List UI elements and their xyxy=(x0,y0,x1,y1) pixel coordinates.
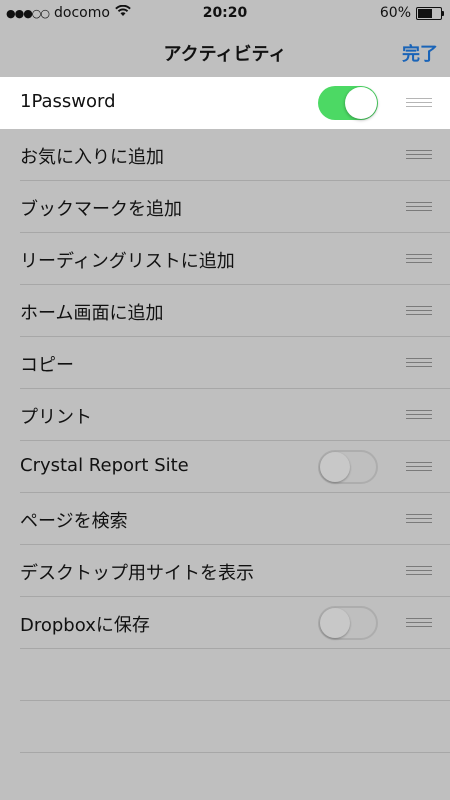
done-button[interactable]: 完了 xyxy=(402,40,438,66)
activity-row-label: ホーム画面に追加 xyxy=(20,303,164,324)
activity-row[interactable]: ページを検索 xyxy=(0,493,450,545)
status-bar: ●●●○○ docomo 20:20 60% xyxy=(0,0,450,26)
empty-row xyxy=(0,649,450,701)
activity-row[interactable]: コピー xyxy=(0,337,450,389)
toggle-knob xyxy=(320,452,350,482)
activity-row[interactable]: ブックマークを追加 xyxy=(0,181,450,233)
activity-row-label: Crystal Report Site xyxy=(20,455,189,476)
battery-icon xyxy=(416,6,444,20)
status-right: 60% xyxy=(379,5,444,21)
reorder-handle-icon[interactable] xyxy=(406,566,432,576)
activity-row-label: お気に入りに追加 xyxy=(20,147,164,168)
activity-row[interactable]: プリント xyxy=(0,389,450,441)
reorder-handle-icon[interactable] xyxy=(406,306,432,316)
reorder-handle-icon[interactable] xyxy=(406,202,432,212)
activity-row[interactable]: お気に入りに追加 xyxy=(0,129,450,181)
activity-row-label: ページを検索 xyxy=(20,511,128,532)
battery-percent: 60% xyxy=(379,5,411,21)
activity-list: 1Password お気に入りに追加 ブックマークを追加リーディングリストに追加 ホー… xyxy=(0,77,450,753)
toggle-knob xyxy=(345,87,377,119)
navigation-bar: アクティビティ 完了 xyxy=(0,26,450,78)
reorder-handle-icon[interactable] xyxy=(406,462,432,472)
activity-toggle[interactable] xyxy=(318,450,378,484)
reorder-handle-icon[interactable] xyxy=(406,150,432,160)
reorder-handle-icon[interactable] xyxy=(406,410,432,420)
activity-row[interactable]: ホーム画面に追加 xyxy=(0,285,450,337)
activity-toggle[interactable] xyxy=(318,606,378,640)
row-divider xyxy=(20,752,450,753)
activity-row[interactable]: 1Password xyxy=(0,77,450,129)
activity-row-label: リーディングリストに追加 xyxy=(20,251,235,272)
empty-row xyxy=(0,701,450,753)
activity-row[interactable]: リーディングリストに追加 xyxy=(0,233,450,285)
reorder-handle-icon[interactable] xyxy=(406,98,432,108)
page-title: アクティビティ xyxy=(163,44,287,65)
reorder-handle-icon[interactable] xyxy=(406,618,432,628)
activity-row[interactable]: Crystal Report Site xyxy=(0,441,450,493)
toggle-knob xyxy=(320,608,350,638)
activity-row-label: プリント xyxy=(20,407,92,428)
activity-row[interactable]: Dropboxに保存 xyxy=(0,597,450,649)
activity-row-label: コピー xyxy=(20,355,74,376)
activity-row-label: 1Password xyxy=(20,91,116,112)
activity-row[interactable]: デスクトップ用サイトを表示 xyxy=(0,545,450,597)
reorder-handle-icon[interactable] xyxy=(406,358,432,368)
reorder-handle-icon[interactable] xyxy=(406,254,432,264)
activity-toggle[interactable] xyxy=(318,86,378,120)
activity-row-label: Dropboxに保存 xyxy=(20,615,150,636)
activity-row-label: ブックマークを追加 xyxy=(20,199,182,220)
activity-row-label: デスクトップ用サイトを表示 xyxy=(20,563,254,584)
reorder-handle-icon[interactable] xyxy=(406,514,432,524)
